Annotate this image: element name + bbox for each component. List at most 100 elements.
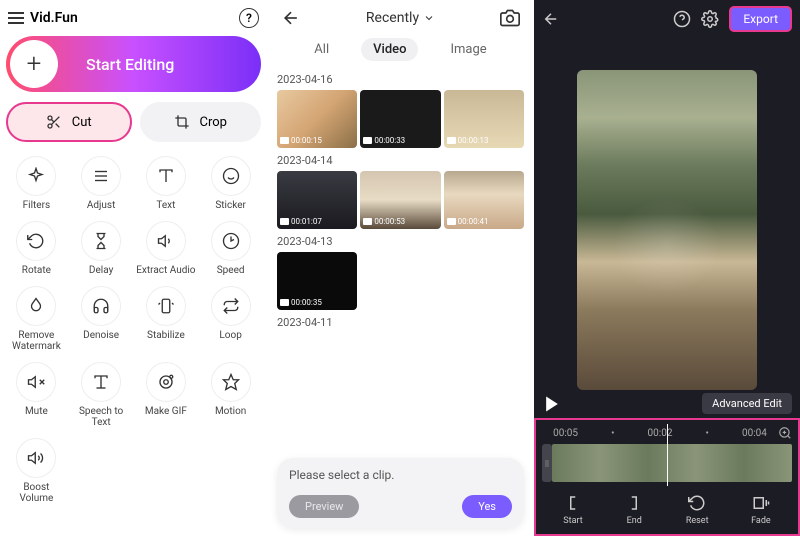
preview-controls: Advanced Edit <box>534 389 800 418</box>
tool-denoise[interactable]: Denoise <box>71 286 131 352</box>
video-thumb[interactable]: 00:00:35 <box>277 252 357 310</box>
camera-icon[interactable] <box>500 8 520 28</box>
tool-label: Make GIF <box>145 406 187 417</box>
bracket-l-icon <box>564 494 582 512</box>
tool-speed[interactable]: Speed <box>201 221 261 276</box>
editor-panel: Export Advanced Edit 00:05 • 00:02 • 00:… <box>534 0 800 536</box>
select-dialog: Please select a clip. Preview Yes <box>277 458 524 528</box>
sliders-icon <box>81 156 121 196</box>
video-icon <box>280 137 289 144</box>
tool-extract-audio[interactable]: Extract Audio <box>136 221 196 276</box>
duration-badge: 00:00:35 <box>280 298 322 307</box>
headphones-icon <box>81 286 121 326</box>
tool-motion[interactable]: Motion <box>201 362 261 428</box>
playhead[interactable] <box>667 424 668 486</box>
tool-make-gif[interactable]: Make GIF <box>136 362 196 428</box>
video-thumb[interactable]: 00:01:07 <box>277 171 357 229</box>
duration-badge: 00:01:07 <box>280 217 322 226</box>
duration-badge: 00:00:15 <box>280 136 322 145</box>
trim-fade[interactable]: Fade <box>751 494 771 526</box>
date-label: 2023-04-13 <box>277 235 524 248</box>
time-dot: • <box>684 428 731 439</box>
folder-dropdown[interactable]: Recently <box>366 10 435 26</box>
tool-speech-to-text[interactable]: Speech to Text <box>71 362 131 428</box>
tool-filters[interactable]: Filters <box>6 156 66 211</box>
yes-button[interactable]: Yes <box>462 495 512 518</box>
tab-all[interactable]: All <box>302 38 341 61</box>
help-icon[interactable]: ? <box>239 8 259 28</box>
speech-icon <box>81 362 121 402</box>
trim-end[interactable]: End <box>625 494 643 526</box>
trim-start[interactable]: Start <box>563 494 582 526</box>
duration-badge: 00:00:53 <box>363 217 405 226</box>
tool-text[interactable]: Text <box>136 156 196 211</box>
tab-video[interactable]: Video <box>361 38 418 61</box>
tool-adjust[interactable]: Adjust <box>71 156 131 211</box>
phone-shake-icon <box>146 286 186 326</box>
video-thumb[interactable]: 00:00:15 <box>277 90 357 148</box>
bracket-r-icon <box>625 494 643 512</box>
video-thumb[interactable]: 00:00:53 <box>360 171 440 229</box>
tool-remove-watermark[interactable]: Remove Watermark <box>6 286 66 352</box>
editor-header: Export <box>534 0 800 38</box>
tool-label: Boost Volume <box>6 482 66 504</box>
date-label: 2023-04-14 <box>277 154 524 167</box>
play-icon[interactable] <box>542 394 562 414</box>
loop-icon <box>211 286 251 326</box>
time-mark: 00:02 <box>636 428 683 439</box>
settings-icon[interactable] <box>701 10 719 28</box>
tool-loop[interactable]: Loop <box>201 286 261 352</box>
clip-frames[interactable] <box>552 444 792 482</box>
advanced-edit-button[interactable]: Advanced Edit <box>702 393 792 414</box>
tool-label: Rotate <box>22 265 51 276</box>
back-icon[interactable] <box>281 8 301 28</box>
tool-boost-volume[interactable]: Boost Volume <box>6 438 66 504</box>
dialog-buttons: Preview Yes <box>289 495 512 518</box>
editor-help-icon[interactable] <box>673 10 691 28</box>
video-icon <box>363 137 372 144</box>
clip-handle-left[interactable]: || <box>542 444 552 482</box>
trim-reset[interactable]: Reset <box>686 494 709 526</box>
crop-button[interactable]: Crop <box>140 102 262 142</box>
video-icon <box>280 218 289 225</box>
tool-delay[interactable]: Delay <box>71 221 131 276</box>
duration-badge: 00:00:13 <box>447 136 489 145</box>
tool-label: Adjust <box>87 200 116 211</box>
date-label: 2023-04-16 <box>277 73 524 86</box>
time-mark: 00:05 <box>542 428 589 439</box>
tool-mute[interactable]: Mute <box>6 362 66 428</box>
tools-panel: Vid.Fun ? + Start Editing Cut Crop Filte… <box>0 0 267 536</box>
text-icon <box>146 156 186 196</box>
thumb-row: 00:00:15 00:00:33 00:00:13 <box>277 90 524 148</box>
reset-icon <box>688 494 706 512</box>
start-editing-button[interactable]: + Start Editing <box>6 36 261 92</box>
gauge-icon <box>211 221 251 261</box>
zoom-in-icon[interactable] <box>778 426 792 440</box>
date-label: 2023-04-11 <box>277 316 524 329</box>
export-button[interactable]: Export <box>729 6 792 32</box>
video-thumb[interactable]: 00:00:33 <box>360 90 440 148</box>
thumb-row: 00:01:07 00:00:53 00:00:41 <box>277 171 524 229</box>
video-thumb[interactable]: 00:00:41 <box>444 171 524 229</box>
cut-button[interactable]: Cut <box>6 102 132 142</box>
media-tabs: All Video Image <box>271 34 530 69</box>
tool-sticker[interactable]: Sticker <box>201 156 261 211</box>
tool-rotate[interactable]: Rotate <box>6 221 66 276</box>
time-mark: 00:04 <box>731 428 778 439</box>
editor-back-icon[interactable] <box>542 10 560 28</box>
tab-image[interactable]: Image <box>438 38 498 61</box>
start-label: Start Editing <box>86 55 174 74</box>
folder-label: Recently <box>366 10 419 26</box>
video-thumb[interactable]: 00:00:13 <box>444 90 524 148</box>
trim-label: Fade <box>751 516 771 526</box>
gif-icon <box>146 362 186 402</box>
dialog-message: Please select a clip. <box>289 468 512 482</box>
tool-stabilize[interactable]: Stabilize <box>136 286 196 352</box>
trim-label: Reset <box>686 516 709 526</box>
preview-button[interactable]: Preview <box>289 495 359 518</box>
gallery-header: Recently <box>271 6 530 34</box>
tool-label: Speed <box>217 265 245 276</box>
cut-label: Cut <box>72 115 92 130</box>
cut-crop-row: Cut Crop <box>6 102 261 142</box>
menu-icon[interactable] <box>8 12 24 24</box>
